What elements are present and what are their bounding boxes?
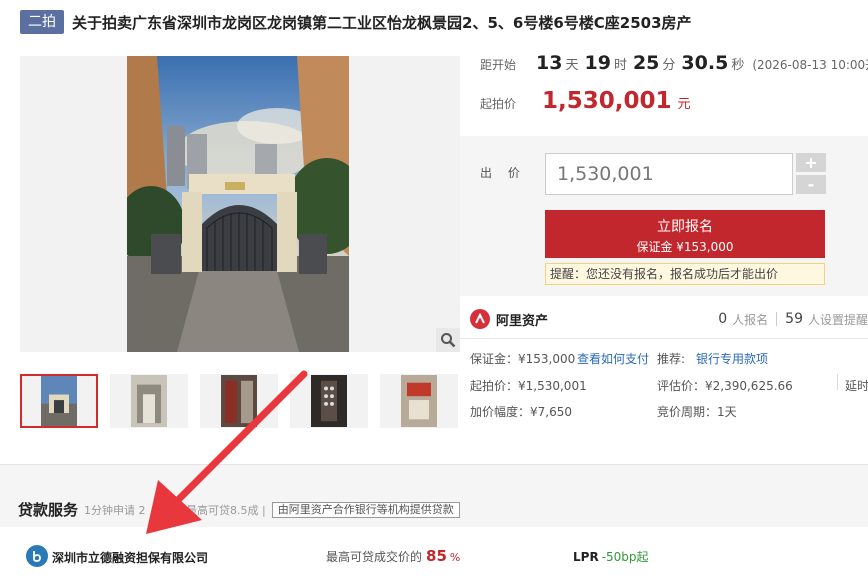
auction-start-time: (2026-08-13 10:00开拍): [752, 58, 868, 72]
auction-round-badge: 二拍: [20, 10, 64, 34]
max-loan-ratio-unit: %: [449, 551, 461, 564]
countdown-days-unit: 天: [565, 58, 579, 73]
loan-description: 1分钟申请 2: [84, 503, 146, 517]
divider: [776, 312, 778, 326]
signup-button-label: 立即报名: [657, 219, 713, 235]
main-image-viewer[interactable]: [20, 56, 460, 352]
guarantee-company-name: 深圳市立德融资担保有限公司: [52, 551, 209, 565]
platform-row: 阿里资产 0 人报名 59 人设置提醒: [470, 304, 868, 334]
thumbnail-1[interactable]: [20, 374, 98, 428]
thumbnail-3[interactable]: [200, 374, 278, 428]
countdown-label: 距开始: [480, 58, 517, 72]
thumbnail-5[interactable]: [380, 374, 458, 428]
recommend-label: 推荐:: [657, 352, 686, 366]
loan-service-section: 贷款服务 1分钟申请 2 核 最高可贷8.5成 | 由阿里资产合作银行等机构提供…: [0, 464, 868, 580]
countdown-hours-unit: 时: [613, 58, 627, 73]
loan-provider-card[interactable]: 深圳市立德融资担保有限公司 最高可贷成交价的 85% LPR -50bp起: [0, 527, 868, 580]
zoom-button[interactable]: [436, 328, 460, 352]
loan-title: 贷款服务: [18, 501, 79, 519]
thumbnail-4[interactable]: [290, 374, 368, 428]
countdown-minutes-unit: 分: [662, 58, 676, 73]
bank-special-funds-link[interactable]: 银行专用款项: [696, 350, 768, 367]
reminder-count-label: 人设置提醒: [807, 312, 868, 327]
countdown-seconds: 30.5: [681, 52, 729, 74]
divider: [837, 374, 838, 390]
bid-amount-input[interactable]: 1,530,001: [545, 153, 793, 195]
lpr-label: LPR: [573, 550, 599, 564]
thumbnail-strip: [20, 374, 458, 428]
platform-name: 阿里资产: [496, 313, 549, 329]
start-price-row: 起拍价 1,530,001 元: [480, 88, 691, 114]
bid-label: 出 价: [480, 166, 526, 180]
magnifier-icon: [441, 333, 456, 348]
divider: [460, 338, 868, 339]
countdown-days: 13: [536, 52, 563, 74]
signup-button[interactable]: 立即报名 保证金 ¥153,000: [545, 210, 825, 258]
lpr-rate: LPR -50bp起: [573, 548, 649, 565]
page-title: 关于拍卖广东省深圳市龙岗区龙岗镇第二工业区怡龙枫景园2、5、6号楼6号楼C座25…: [72, 13, 692, 32]
guarantee-company-logo-icon: [26, 545, 48, 567]
reminder-count: 59: [785, 311, 803, 327]
loan-description-max: 核 最高可贷8.5成 |: [171, 503, 266, 517]
signup-deposit-label: 保证金 ¥153,000: [636, 240, 734, 254]
bid-increment: 加价幅度：¥7,650: [470, 405, 572, 419]
how-to-pay-link[interactable]: 查看如何支付: [577, 350, 649, 367]
increase-bid-button[interactable]: +: [796, 153, 826, 172]
loan-header: 贷款服务 1分钟申请 2 核 最高可贷8.5成 | 由阿里资产合作银行等机构提供…: [18, 499, 460, 520]
countdown-hours: 19: [584, 52, 611, 74]
max-loan-ratio: 最高可贷成交价的 85%: [326, 547, 460, 565]
detail-start-price: 起拍价：¥1,530,001: [470, 379, 587, 393]
countdown-seconds-unit: 秒: [731, 58, 745, 73]
bid-panel: 出 价 1,530,001 + - 立即报名 保证金 ¥153,000 提醒：您…: [460, 136, 868, 296]
start-price-value: 1,530,001: [542, 88, 672, 114]
signup-count: 0: [718, 311, 728, 327]
signup-reminder-tip: 提醒：您还没有报名，报名成功后才能出价: [545, 263, 825, 285]
max-loan-ratio-value: 85: [426, 547, 447, 565]
loan-provider-tag: 由阿里资产合作银行等机构提供贷款: [271, 501, 460, 518]
auction-info-panel: 距开始 13 天 19 时 25 分 30.5 秒 (2026-08-13 10…: [460, 40, 868, 136]
deposit-info: 保证金：¥153,000: [470, 352, 576, 366]
start-price-unit: 元: [677, 97, 691, 112]
start-price-label: 起拍价: [480, 97, 517, 111]
lpr-delta: -50bp起: [601, 550, 649, 564]
thumbnail-2[interactable]: [110, 374, 188, 428]
delay-label: 延时: [845, 379, 868, 393]
title-bar: 二拍 关于拍卖广东省深圳市龙岗区龙岗镇第二工业区怡龙枫景园2、5、6号楼6号楼C…: [20, 8, 692, 36]
ali-assets-logo-icon: [470, 309, 490, 329]
countdown-row: 距开始 13 天 19 时 25 分 30.5 秒 (2026-08-13 10…: [480, 52, 868, 74]
max-loan-ratio-label: 最高可贷成交价的: [326, 550, 423, 564]
appraisal-price: 评估价：¥2,390,625.66: [657, 379, 793, 393]
bid-period: 竞价周期：1天: [657, 405, 737, 419]
countdown-minutes: 25: [632, 52, 660, 74]
decrease-bid-button[interactable]: -: [796, 175, 826, 194]
signup-count-label: 人报名: [732, 312, 769, 327]
property-photo: [127, 56, 349, 352]
